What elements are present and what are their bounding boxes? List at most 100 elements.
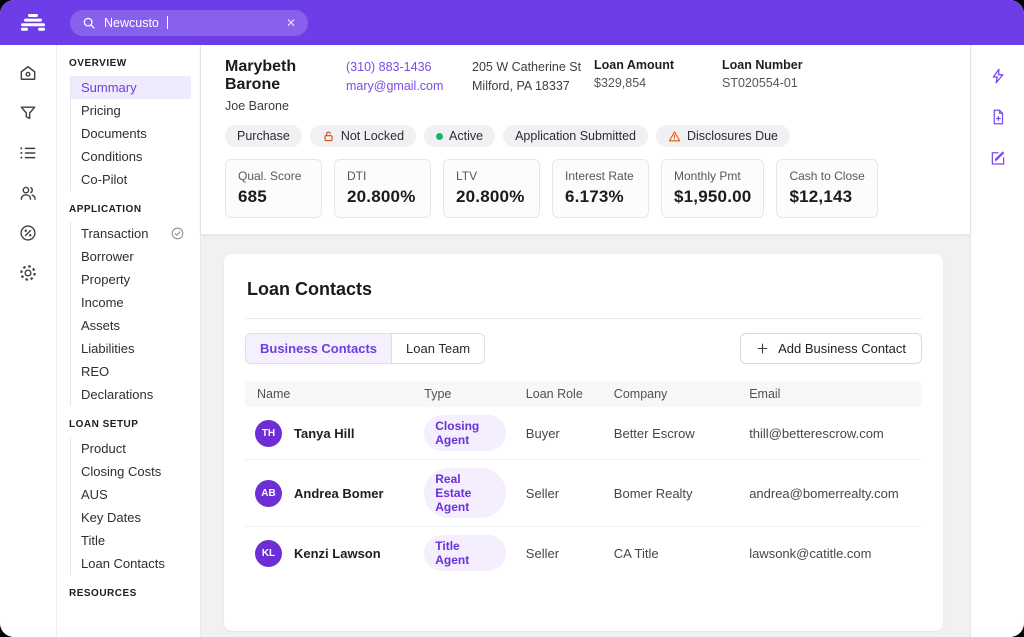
contacts-toolbar: Business Contacts Loan Team Add Business…: [245, 333, 922, 364]
sidebar-section-application: APPLICATION Transaction Borrower Propert…: [68, 204, 191, 406]
warning-triangle-icon: [668, 130, 681, 143]
sidebar-item-product[interactable]: Product: [71, 437, 191, 460]
contact-company: Bomer Realty: [604, 460, 739, 527]
brand-logo-icon[interactable]: [18, 14, 48, 31]
table-row[interactable]: TH Tanya Hill Closing Agent Buyer Better…: [245, 407, 922, 460]
status-badges-row: Purchase Not Locked Active: [225, 125, 946, 147]
contact-email: lawsonk@catitle.com: [739, 527, 922, 580]
column-header-name: Name: [245, 381, 414, 407]
text-cursor: [167, 16, 168, 29]
loan-header: Marybeth Barone Joe Barone (310) 883-143…: [201, 45, 970, 234]
borrower-info-row: Marybeth Barone Joe Barone (310) 883-143…: [225, 56, 946, 123]
loan-number-label: Loan Number: [722, 58, 803, 72]
contact-name: Kenzi Lawson: [294, 546, 381, 561]
tab-loan-team[interactable]: Loan Team: [391, 334, 484, 363]
sidebar-item-liabilities[interactable]: Liabilities: [71, 337, 191, 360]
property-address-line2: Milford, PA 18337: [472, 77, 594, 96]
avatar: KL: [255, 540, 282, 567]
search-clear-icon[interactable]: ✕: [286, 17, 296, 29]
sidebar-item-aus[interactable]: AUS: [71, 483, 191, 506]
badge-application-submitted: Application Submitted: [503, 125, 648, 147]
section-label: RESOURCES: [69, 588, 191, 599]
sidebar-item-key-dates[interactable]: Key Dates: [71, 506, 191, 529]
contact-loan-role: Seller: [516, 460, 604, 527]
contact-loan-role: Seller: [516, 527, 604, 580]
badge-active: Active: [424, 125, 495, 147]
loan-number-value: ST020554-01: [722, 76, 803, 90]
section-label: APPLICATION: [69, 204, 191, 215]
badge-not-locked: Not Locked: [310, 125, 416, 147]
metric-monthly-pmt: Monthly Pmt $1,950.00: [661, 159, 764, 218]
left-icon-rail: [0, 45, 57, 637]
lock-open-icon: [322, 130, 335, 143]
contact-name: Tanya Hill: [294, 426, 354, 441]
add-business-contact-button[interactable]: Add Business Contact: [740, 333, 922, 364]
borrower-email-link[interactable]: mary@gmail.com: [346, 77, 472, 96]
sidebar-section-overview: OVERVIEW Summary Pricing Documents Condi…: [68, 58, 191, 191]
search-icon: [82, 16, 96, 30]
avatar: TH: [255, 420, 282, 447]
metric-interest-rate: Interest Rate 6.173%: [552, 159, 649, 218]
loan-contacts-card: Loan Contacts Business Contacts Loan Tea…: [224, 254, 943, 631]
contacts-tabs: Business Contacts Loan Team: [245, 333, 485, 364]
contact-company: CA Title: [604, 527, 739, 580]
compose-edit-icon[interactable]: [989, 149, 1007, 167]
main-column: Marybeth Barone Joe Barone (310) 883-143…: [201, 45, 970, 637]
co-borrower-name: Joe Barone: [225, 99, 346, 113]
checklist-icon[interactable]: [18, 142, 39, 163]
borrowers-icon[interactable]: [18, 182, 39, 203]
contact-name: Andrea Bomer: [294, 486, 384, 501]
metrics-row: Qual. Score 685 DTI 20.800% LTV 20.800% …: [225, 159, 946, 218]
sidebar-item-reo[interactable]: REO: [71, 360, 191, 383]
sidebar-item-pricing[interactable]: Pricing: [71, 99, 191, 122]
sidebar-item-declarations[interactable]: Declarations: [71, 383, 191, 406]
table-row[interactable]: KL Kenzi Lawson Title Agent Seller CA Ti…: [245, 527, 922, 580]
sidebar-nav: OVERVIEW Summary Pricing Documents Condi…: [57, 45, 201, 637]
app-window: Newcusto ✕: [0, 0, 1024, 637]
home-icon[interactable]: [18, 62, 39, 83]
pipeline-filter-icon[interactable]: [18, 102, 39, 123]
loan-amount-label: Loan Amount: [594, 58, 722, 72]
sidebar-item-property[interactable]: Property: [71, 268, 191, 291]
sidebar-item-assets[interactable]: Assets: [71, 314, 191, 337]
section-label: LOAN SETUP: [69, 419, 191, 430]
sidebar-item-borrower[interactable]: Borrower: [71, 245, 191, 268]
sidebar-item-documents[interactable]: Documents: [71, 122, 191, 145]
contact-email: thill@betterescrow.com: [739, 407, 922, 460]
table-row[interactable]: AB Andrea Bomer Real Estate Agent Seller…: [245, 460, 922, 527]
sidebar-item-summary[interactable]: Summary: [71, 76, 191, 99]
sidebar-item-transaction[interactable]: Transaction: [71, 222, 191, 245]
metric-qual-score: Qual. Score 685: [225, 159, 322, 218]
sidebar-section-loan-setup: LOAN SETUP Product Closing Costs AUS Key…: [68, 419, 191, 575]
column-header-loan-role: Loan Role: [516, 381, 604, 407]
avatar: AB: [255, 480, 282, 507]
column-header-email: Email: [739, 381, 922, 407]
property-address-line1: 205 W Catherine St: [472, 58, 594, 77]
sidebar-section-resources: RESOURCES: [68, 588, 191, 599]
borrower-phone-link[interactable]: (310) 883-1436: [346, 58, 472, 77]
column-header-type: Type: [414, 381, 516, 407]
quick-actions-lightning-icon[interactable]: [989, 67, 1007, 85]
settings-gear-icon[interactable]: [18, 262, 39, 283]
metric-ltv: LTV 20.800%: [443, 159, 540, 218]
badge-purchase: Purchase: [225, 125, 302, 147]
search-input[interactable]: Newcusto ✕: [70, 10, 308, 36]
right-icon-rail: [970, 45, 1024, 637]
sidebar-item-conditions[interactable]: Conditions: [71, 145, 191, 168]
sidebar-item-copilot[interactable]: Co-Pilot: [71, 168, 191, 191]
check-circle-icon: [170, 226, 185, 241]
tab-business-contacts[interactable]: Business Contacts: [246, 334, 391, 363]
sidebar-item-closing-costs[interactable]: Closing Costs: [71, 460, 191, 483]
sidebar-item-title[interactable]: Title: [71, 529, 191, 552]
pricing-percent-icon[interactable]: [18, 222, 39, 243]
loan-amount-value: $329,854: [594, 76, 722, 90]
contact-type-badge: Closing Agent: [424, 415, 506, 451]
section-label: OVERVIEW: [69, 58, 191, 69]
search-value: Newcusto: [104, 16, 159, 30]
sidebar-item-income[interactable]: Income: [71, 291, 191, 314]
sidebar-item-loan-contacts[interactable]: Loan Contacts: [71, 552, 191, 575]
contact-email: andrea@bomerrealty.com: [739, 460, 922, 527]
contact-loan-role: Buyer: [516, 407, 604, 460]
table-header-row: Name Type Loan Role Company Email: [245, 381, 922, 407]
add-document-icon[interactable]: [989, 108, 1007, 126]
